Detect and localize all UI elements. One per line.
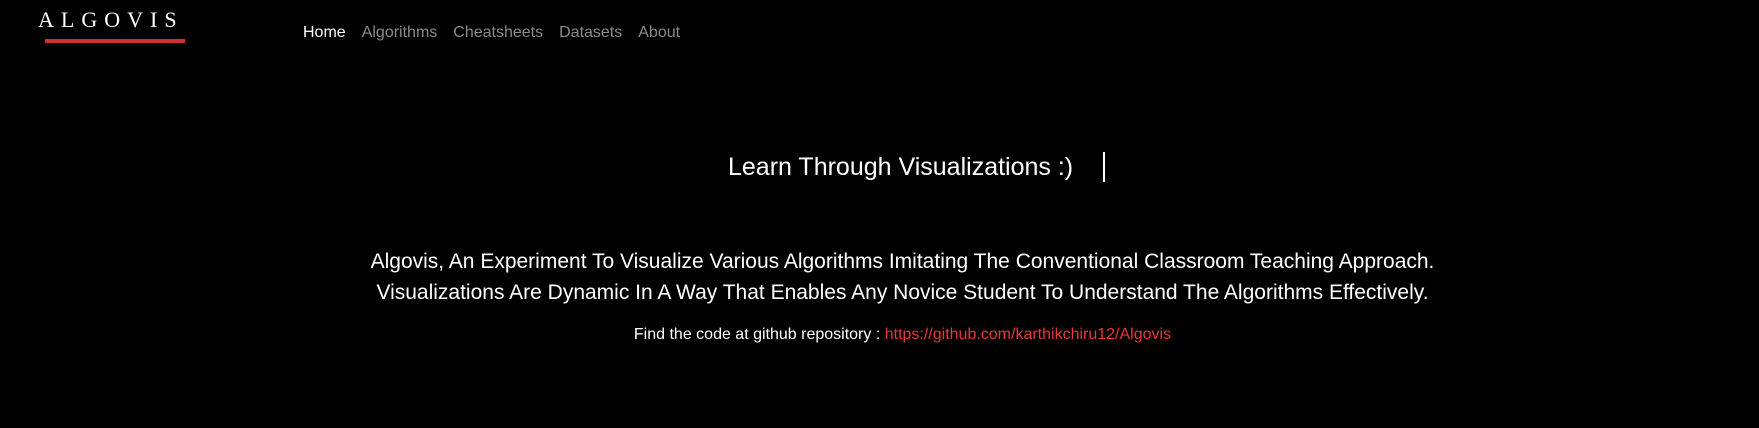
- description-line-2: Visualizations Are Dynamic In A Way That…: [376, 281, 1429, 304]
- logo[interactable]: ALGOVIS: [38, 7, 188, 43]
- hero-headline: Learn Through Visualizations :): [728, 153, 1074, 181]
- repo-prefix: Find the code at github repository :: [633, 326, 885, 343]
- main-nav: Home Algorithms Cheatsheets Datasets Abo…: [303, 23, 680, 43]
- nav-item-algorithms[interactable]: Algorithms: [362, 23, 438, 43]
- repo-line: Find the code at github repository : htt…: [0, 325, 1759, 345]
- repo-link[interactable]: https://github.com/karthikchiru12/Algovi…: [885, 326, 1171, 343]
- logo-text: ALGOVIS: [38, 7, 184, 32]
- logo-underline: [45, 39, 185, 43]
- nav-item-about[interactable]: About: [638, 23, 680, 43]
- nav-item-datasets[interactable]: Datasets: [559, 23, 622, 43]
- hero-description: Algovis, An Experiment To Visualize Vari…: [0, 246, 1759, 308]
- hero-headline-row: Learn Through Visualizations :): [0, 150, 1759, 184]
- nav-item-home[interactable]: Home: [303, 23, 346, 43]
- description-line-1: Algovis, An Experiment To Visualize Vari…: [370, 250, 1435, 273]
- nav-item-cheatsheets[interactable]: Cheatsheets: [453, 23, 543, 43]
- typing-cursor: [1103, 152, 1105, 182]
